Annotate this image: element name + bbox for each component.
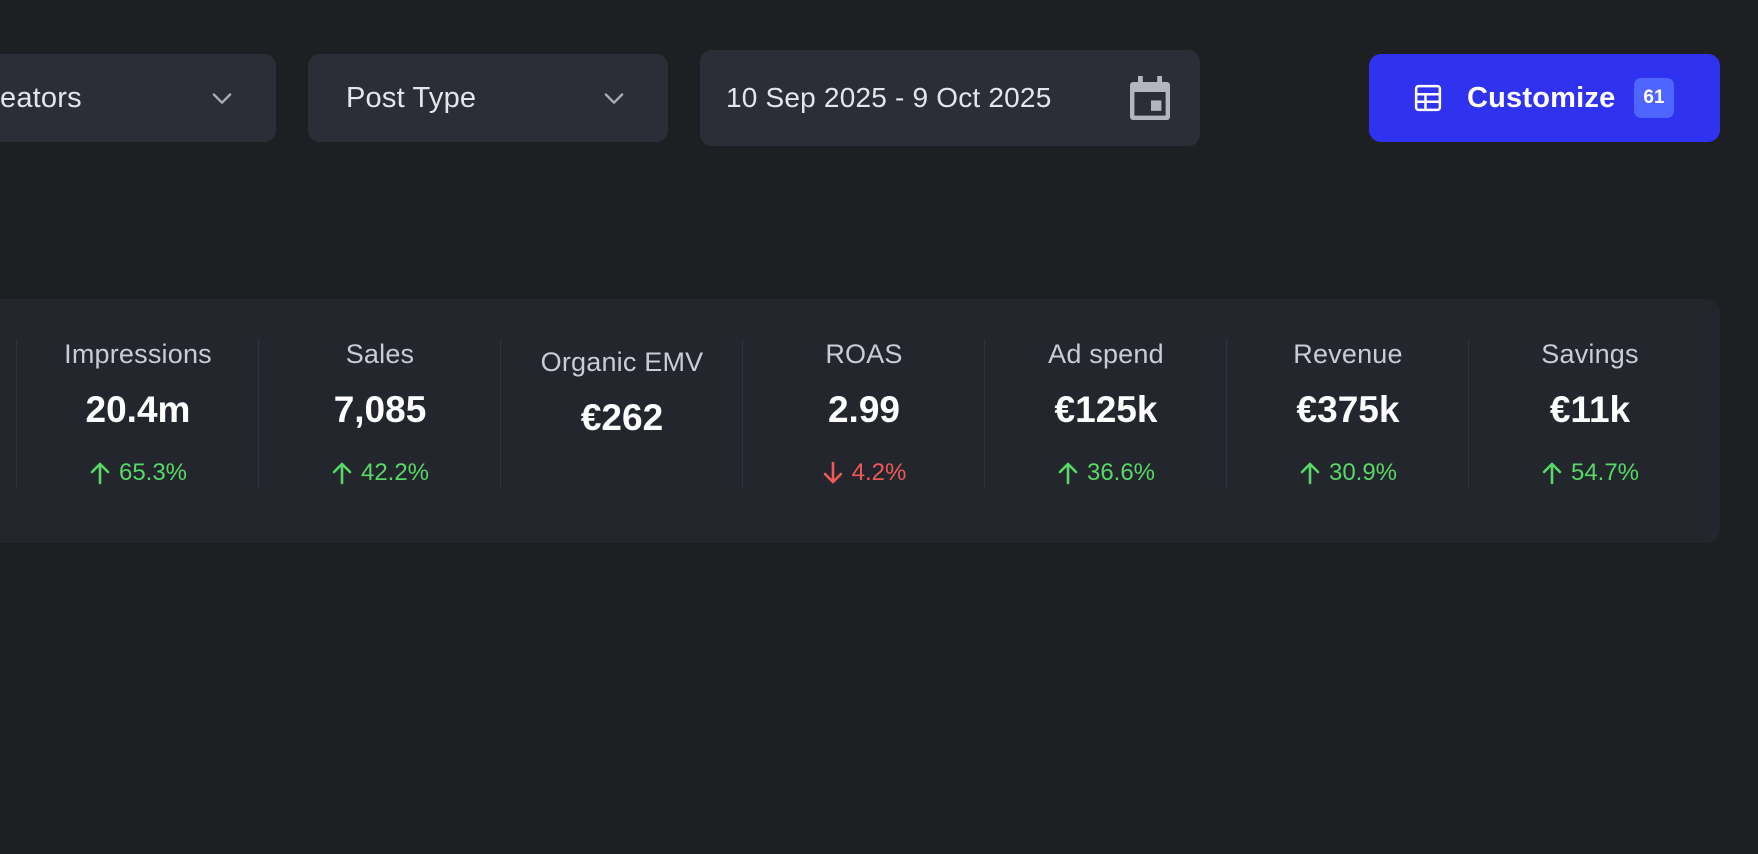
table-grid-icon bbox=[1414, 84, 1442, 112]
date-range-picker[interactable]: 10 Sep 2025 - 9 Oct 2025 bbox=[700, 50, 1200, 146]
metric-revenue: Revenue €375k 30.9% bbox=[1227, 299, 1469, 543]
metrics-summary-panel: Impressions 20.4m 65.3% Sales 7,085 42.2… bbox=[0, 299, 1720, 543]
metric-change: 4.2% bbox=[743, 459, 985, 487]
calendar-icon[interactable] bbox=[1130, 76, 1170, 120]
metric-value: €262 bbox=[580, 397, 664, 438]
metric-label: Organic EMV bbox=[540, 347, 704, 377]
metric-label: Savings bbox=[1541, 339, 1639, 369]
metric-change-value: 65.3% bbox=[118, 459, 188, 486]
arrow-up-icon bbox=[332, 462, 352, 485]
metric-change-value: 42.2% bbox=[360, 459, 430, 486]
post-type-filter-dropdown[interactable]: Post Type bbox=[308, 54, 668, 142]
metric-value: €375k bbox=[1296, 389, 1400, 430]
metric-change: 42.2% bbox=[259, 459, 501, 487]
metric-value: 7,085 bbox=[333, 389, 427, 430]
creators-filter-label: eators bbox=[0, 81, 82, 114]
metric-label: Revenue bbox=[1293, 339, 1403, 369]
arrow-up-icon bbox=[1058, 462, 1078, 485]
chevron-down-icon bbox=[212, 93, 232, 104]
metric-label: ROAS bbox=[825, 339, 903, 369]
metric-change-value: 54.7% bbox=[1570, 459, 1640, 486]
arrow-up-icon bbox=[90, 462, 110, 485]
arrow-up-icon bbox=[1300, 462, 1320, 485]
metric-impressions: Impressions 20.4m 65.3% bbox=[17, 299, 259, 543]
metric-change-value: 36.6% bbox=[1086, 459, 1156, 486]
customize-label: Customize bbox=[1467, 81, 1616, 114]
customize-count-badge: 61 bbox=[1634, 78, 1674, 118]
metric-organic-emv: Organic EMV €262 bbox=[501, 299, 743, 543]
metric-roas: ROAS 2.99 4.2% bbox=[743, 299, 985, 543]
metric-value: €125k bbox=[1054, 389, 1158, 430]
metric-value: 2.99 bbox=[827, 389, 900, 430]
arrow-down-icon bbox=[823, 461, 842, 484]
metric-value: €11k bbox=[1549, 389, 1631, 430]
metric-change-value: 4.2% bbox=[851, 459, 907, 486]
date-range-label: 10 Sep 2025 - 9 Oct 2025 bbox=[726, 82, 1052, 113]
metric-label: Impressions bbox=[64, 339, 212, 369]
metric-change: 54.7% bbox=[1469, 459, 1711, 487]
metric-change: 36.6% bbox=[985, 459, 1227, 487]
arrow-up-icon bbox=[1542, 462, 1562, 485]
metric-value: 20.4m bbox=[85, 389, 191, 430]
customize-button[interactable]: Customize 61 bbox=[1369, 54, 1720, 142]
metric-change: 30.9% bbox=[1227, 459, 1469, 487]
chevron-down-icon bbox=[604, 93, 624, 104]
creators-filter-dropdown[interactable]: eators bbox=[0, 54, 276, 142]
metric-change: 65.3% bbox=[17, 459, 259, 487]
metric-change-value: 30.9% bbox=[1328, 459, 1398, 486]
metric-label: Sales bbox=[345, 339, 415, 369]
metric-label: Ad spend bbox=[1048, 339, 1164, 369]
post-type-filter-label: Post Type bbox=[346, 81, 477, 114]
metric-sales: Sales 7,085 42.2% bbox=[259, 299, 501, 543]
metric-ad-spend: Ad spend €125k 36.6% bbox=[985, 299, 1227, 543]
metric-savings: Savings €11k 54.7% bbox=[1469, 299, 1711, 543]
